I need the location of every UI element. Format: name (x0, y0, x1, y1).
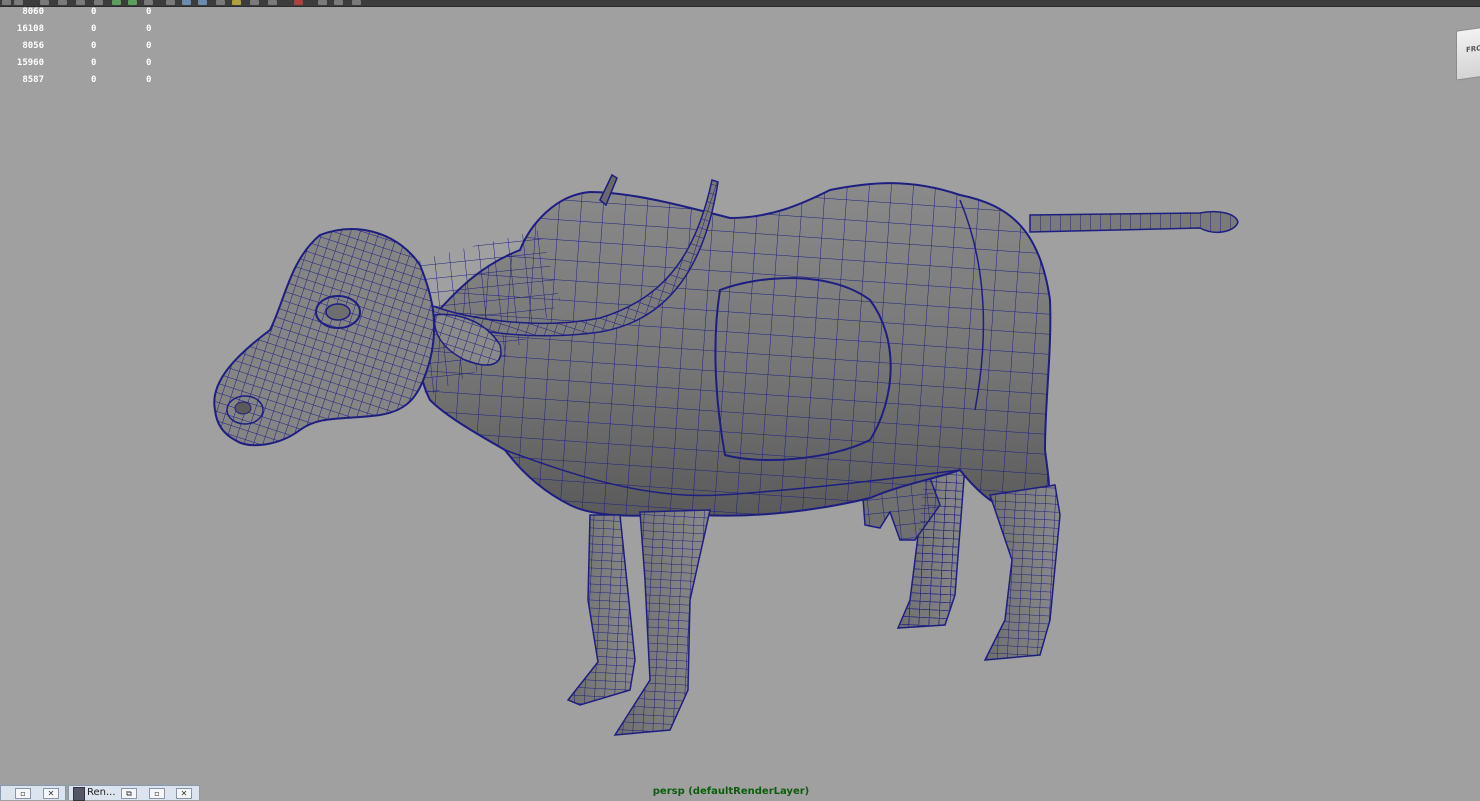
hud-row: 8056 0 0 (0, 38, 170, 55)
toolbar-icon[interactable] (352, 0, 361, 5)
toolbar-icon[interactable] (198, 0, 207, 5)
restore-icon[interactable]: ⧉ (121, 788, 137, 799)
hud-value: 16108 (16, 24, 44, 34)
toolbar-icon[interactable] (318, 0, 327, 5)
hud-value: 0 (146, 7, 152, 17)
toolbar-icon[interactable] (294, 0, 303, 5)
hud-value: 0 (146, 41, 152, 51)
heads-up-display: 8060 0 0 16108 0 0 8056 0 0 15960 0 0 85… (0, 4, 170, 89)
render-view-icon (73, 787, 85, 801)
toolbar-icon[interactable] (232, 0, 241, 5)
toolbar-icon[interactable] (250, 0, 259, 5)
hud-value: 0 (91, 7, 97, 17)
restore-icon[interactable]: ▫ (15, 788, 31, 799)
hud-row: 8587 0 0 (0, 72, 170, 89)
hud-row: 8060 0 0 (0, 4, 170, 21)
hud-value: 0 (146, 75, 152, 85)
hud-value: 8056 (22, 41, 44, 51)
tail-mesh (1029, 210, 1239, 234)
minimized-panel[interactable]: ▫ ✕ (0, 785, 66, 800)
hud-value: 0 (91, 24, 97, 34)
minimized-render-view[interactable]: Ren... ⧉ ▫ ✕ (68, 785, 200, 801)
toolbar-icon[interactable] (334, 0, 343, 5)
hud-value: 0 (146, 24, 152, 34)
maximize-icon[interactable]: ▫ (149, 788, 165, 799)
viewcube-icon[interactable]: FRONT (1456, 25, 1480, 81)
toolbar-icon[interactable] (182, 0, 191, 5)
hud-row: 15960 0 0 (0, 55, 170, 72)
hud-value: 0 (91, 41, 97, 51)
close-icon[interactable]: ✕ (43, 788, 59, 799)
close-icon[interactable]: ✕ (176, 788, 192, 799)
hud-value: 0 (91, 75, 97, 85)
perspective-viewport[interactable] (0, 7, 1480, 785)
toolbar-icon[interactable] (216, 0, 225, 5)
hud-value: 8587 (22, 75, 44, 85)
camera-label: persp (defaultRenderLayer) (652, 786, 810, 797)
viewcube-face-label: FRONT (1466, 42, 1480, 55)
buffalo-mesh-render[interactable] (0, 7, 1480, 785)
hud-value: 8060 (22, 7, 44, 17)
toolbar-icon[interactable] (268, 0, 277, 5)
hud-value: 0 (146, 58, 152, 68)
hud-value: 15960 (16, 58, 44, 68)
hud-value: 0 (91, 58, 97, 68)
top-toolbar (0, 0, 1480, 7)
head-mesh (213, 228, 436, 447)
viewcube-container: FRONT (1450, 20, 1480, 90)
panel-title: Ren... (87, 787, 116, 798)
hud-row: 16108 0 0 (0, 21, 170, 38)
